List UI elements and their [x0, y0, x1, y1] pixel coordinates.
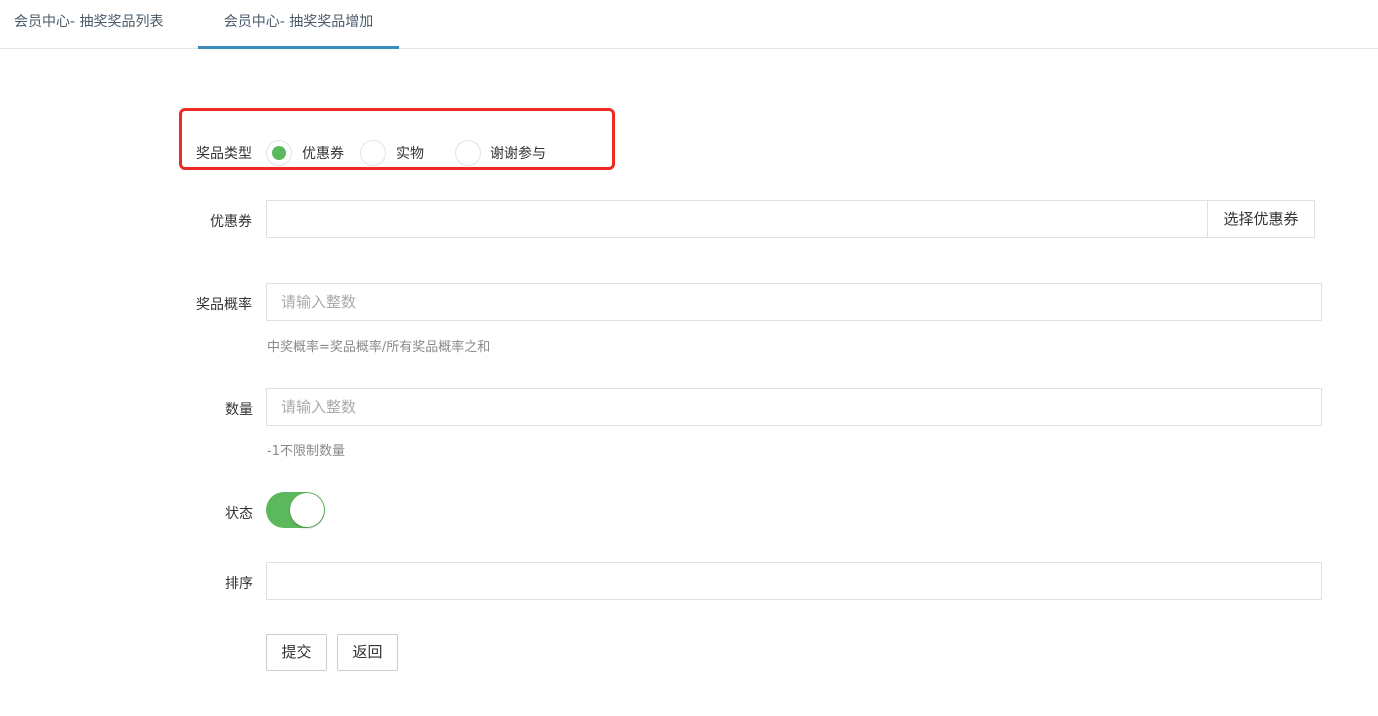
radio-thanks[interactable]	[455, 140, 481, 166]
tab-prize-list[interactable]: 会员中心- 抽奖奖品列表	[14, 0, 164, 46]
quantity-help: -1不限制数量	[267, 444, 345, 459]
radio-physical[interactable]	[360, 140, 386, 166]
status-label: 状态	[225, 506, 253, 522]
probability-label: 奖品概率	[196, 297, 252, 313]
sort-input[interactable]	[266, 562, 1322, 600]
probability-input[interactable]: 请输入整数	[266, 283, 1322, 321]
quantity-label: 数量	[225, 402, 253, 418]
radio-coupon[interactable]	[266, 140, 292, 166]
radio-physical-label[interactable]: 实物	[396, 143, 424, 163]
prize-type-label: 奖品类型	[196, 146, 252, 162]
sort-label: 排序	[225, 576, 253, 592]
probability-help: 中奖概率=奖品概率/所有奖品概率之和	[267, 340, 491, 355]
back-button[interactable]: 返回	[337, 634, 398, 671]
coupon-label: 优惠券	[210, 214, 252, 230]
status-toggle[interactable]	[266, 492, 325, 528]
toggle-knob	[290, 493, 324, 527]
submit-button[interactable]: 提交	[266, 634, 327, 671]
tab-bar: 会员中心- 抽奖奖品列表 会员中心- 抽奖奖品增加	[0, 0, 1378, 49]
coupon-input[interactable]	[266, 200, 1208, 238]
radio-thanks-label[interactable]: 谢谢参与	[490, 143, 546, 163]
tab-prize-add[interactable]: 会员中心- 抽奖奖品增加	[198, 0, 399, 49]
radio-coupon-label[interactable]: 优惠券	[302, 143, 344, 163]
select-coupon-button[interactable]: 选择优惠券	[1207, 200, 1315, 238]
radio-selected-dot	[272, 146, 286, 160]
quantity-input[interactable]: 请输入整数	[266, 388, 1322, 426]
